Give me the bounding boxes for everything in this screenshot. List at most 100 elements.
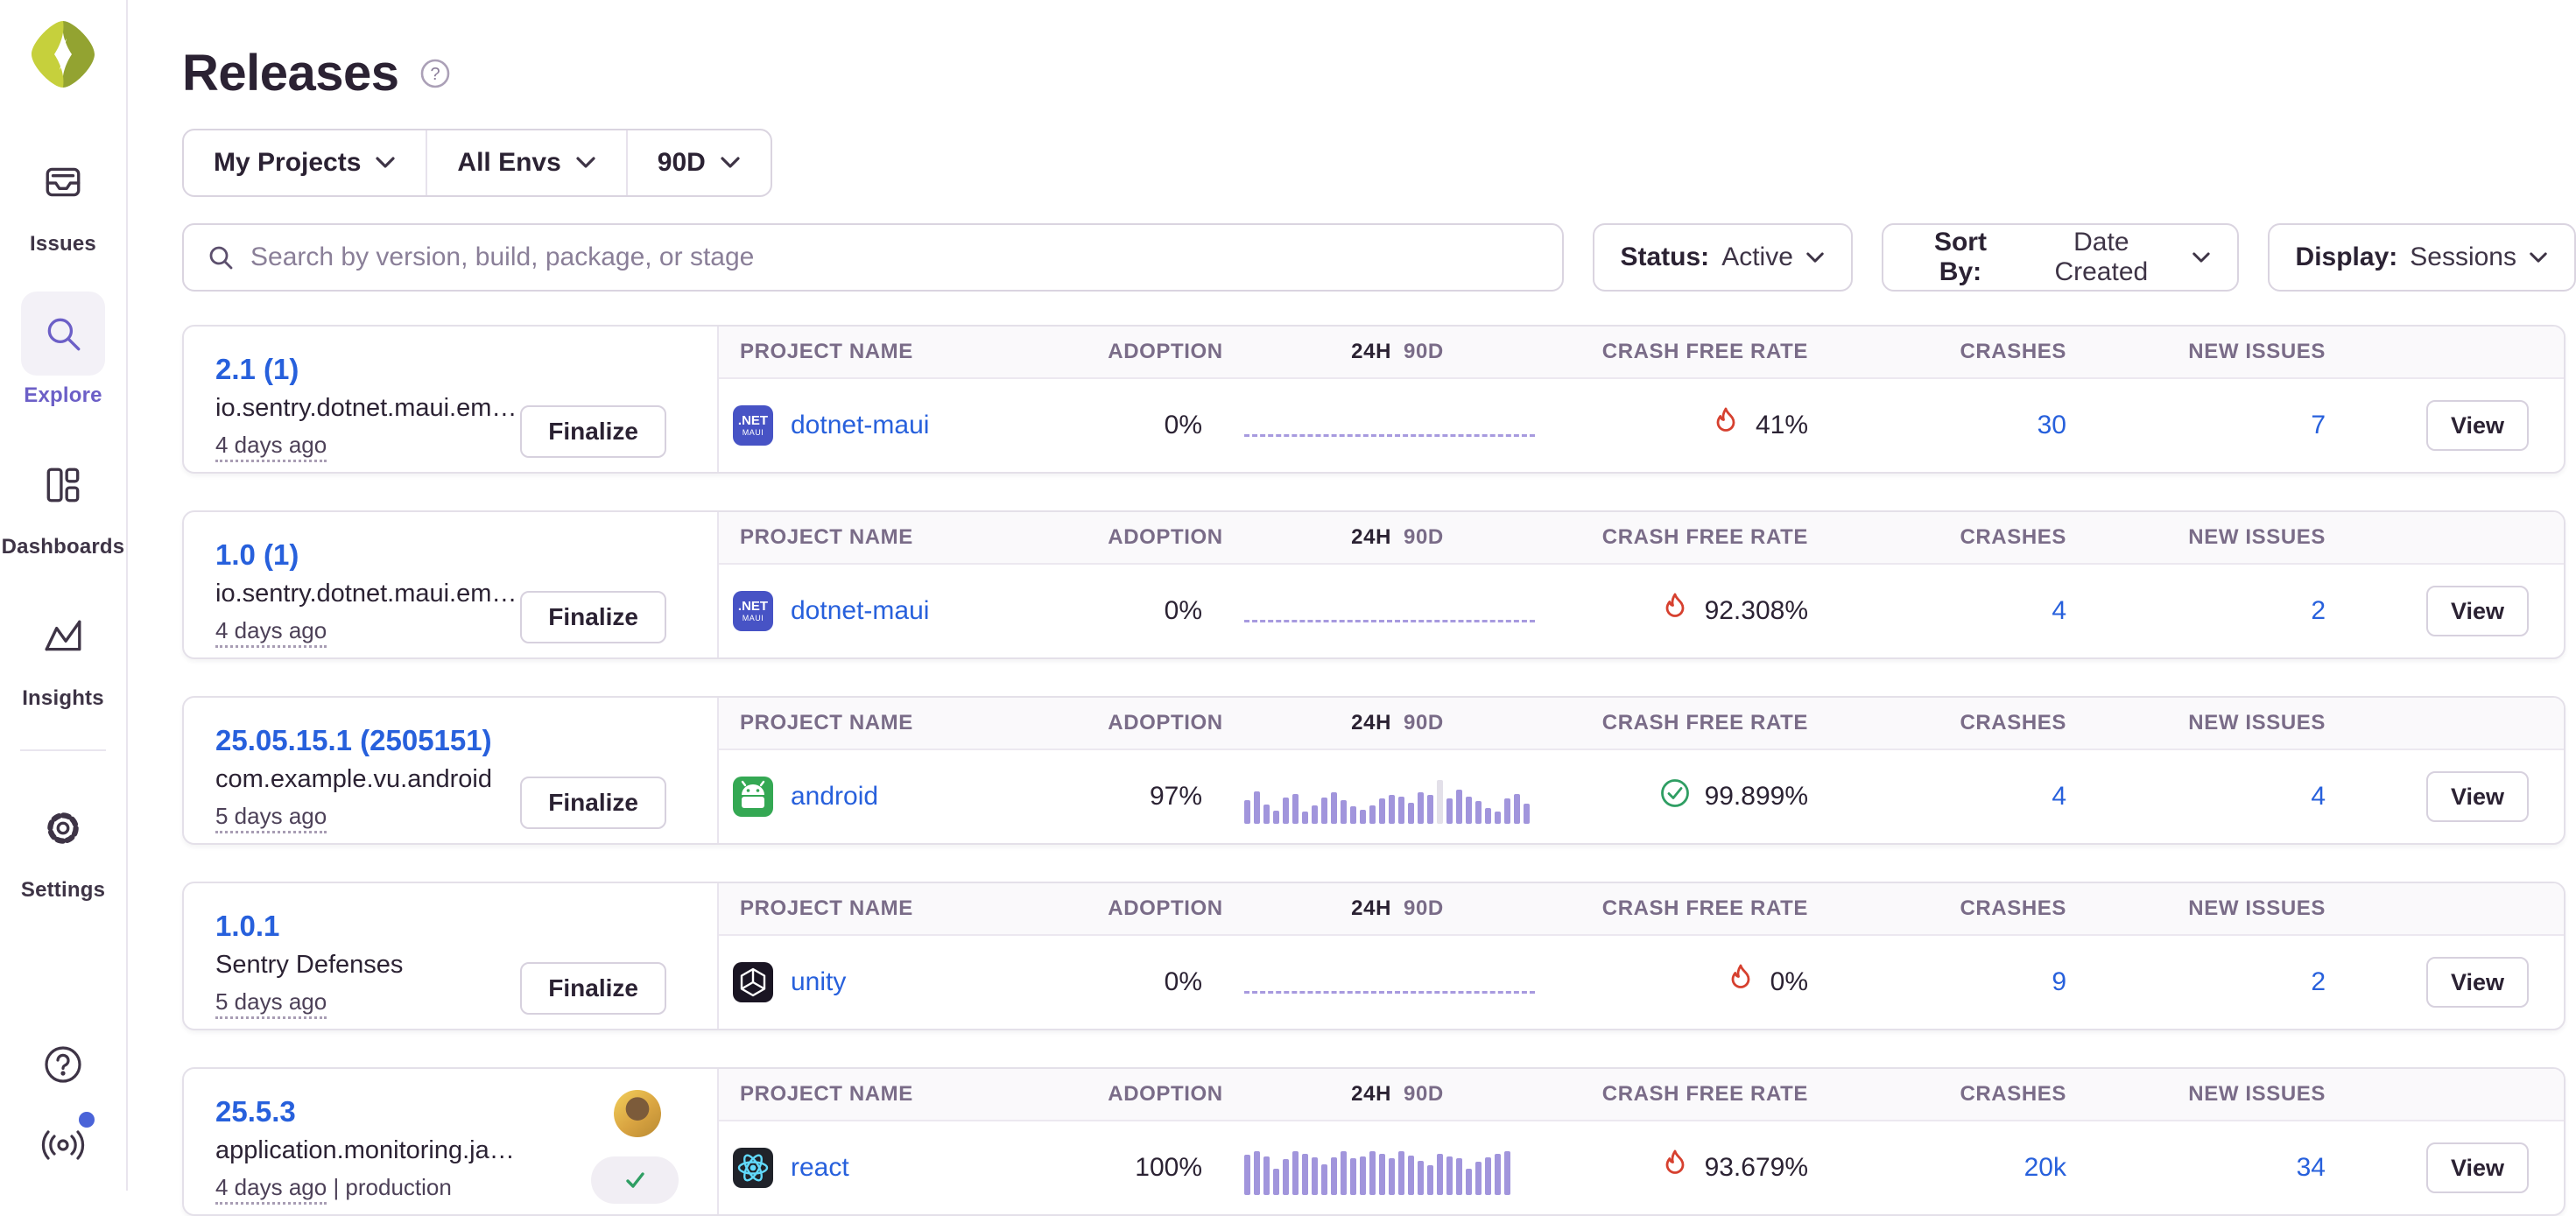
date-range-filter-dropdown[interactable]: 90D bbox=[626, 130, 771, 195]
column-project-name: PROJECT NAME bbox=[719, 896, 1104, 921]
finalize-button[interactable]: Finalize bbox=[520, 591, 666, 643]
column-crash-free-rate: CRASH FREE RATE bbox=[1568, 1082, 1857, 1107]
timeframe-90d[interactable]: 90D bbox=[1404, 525, 1444, 549]
adoption-value: 0% bbox=[1104, 411, 1227, 440]
sidebar-item-settings[interactable]: Settings bbox=[21, 786, 105, 903]
new-issues-link[interactable]: 2 bbox=[2311, 967, 2326, 996]
view-button[interactable]: View bbox=[2426, 400, 2529, 451]
release-project-table: PROJECT NAME ADOPTION 24H90D CRASH FREE … bbox=[717, 698, 2564, 843]
crashes-link[interactable]: 4 bbox=[2052, 782, 2066, 811]
release-summary: 2.1 (1) io.sentry.dotnet.maui.em… 4 days… bbox=[184, 327, 717, 472]
page-filter-bar: My Projects All Envs 90D bbox=[182, 129, 772, 197]
sidebar-item-issues[interactable]: Issues bbox=[21, 140, 105, 257]
table-row: .NETMAUI dotnet-maui 0% 92.308% 4 2 View bbox=[719, 565, 2564, 657]
project-cell: unity bbox=[719, 962, 1104, 1002]
release-version-link[interactable]: 1.0.1 bbox=[215, 910, 279, 943]
timeframe-24h[interactable]: 24H bbox=[1351, 896, 1391, 920]
crashes-link[interactable]: 20k bbox=[2024, 1153, 2066, 1182]
environment-filter-dropdown[interactable]: All Envs bbox=[426, 130, 625, 195]
insights-icon bbox=[21, 594, 105, 678]
column-project-name: PROJECT NAME bbox=[719, 340, 1104, 364]
timeframe-90d[interactable]: 90D bbox=[1404, 896, 1444, 920]
release-summary: 25.5.3 application.monitoring.ja… 4 days… bbox=[184, 1069, 717, 1214]
new-issues-link[interactable]: 7 bbox=[2311, 411, 2326, 439]
timeframe-90d[interactable]: 90D bbox=[1404, 1082, 1444, 1106]
release-summary: 25.05.15.1 (2505151) com.example.vu.andr… bbox=[184, 698, 717, 843]
column-crash-free-rate: CRASH FREE RATE bbox=[1568, 340, 1857, 364]
release-version-link[interactable]: 25.5.3 bbox=[215, 1095, 296, 1128]
view-cell: View bbox=[2378, 957, 2564, 1008]
sidebar-item-explore[interactable]: Explore bbox=[21, 292, 105, 408]
search-icon bbox=[21, 292, 105, 376]
release-version-link[interactable]: 25.05.15.1 (2505151) bbox=[215, 724, 492, 757]
check-icon bbox=[622, 1167, 648, 1193]
crash-free-value: 99.899% bbox=[1705, 782, 1808, 812]
project-link[interactable]: android bbox=[791, 782, 878, 812]
project-cell: android bbox=[719, 777, 1104, 817]
crashes-link[interactable]: 30 bbox=[2038, 411, 2066, 439]
table-header: PROJECT NAME ADOPTION 24H90D CRASH FREE … bbox=[719, 327, 2564, 379]
help-icon[interactable] bbox=[39, 1040, 88, 1089]
timeframe-24h[interactable]: 24H bbox=[1351, 711, 1391, 735]
release-version-link[interactable]: 1.0 (1) bbox=[215, 538, 299, 572]
sidebar-item-insights[interactable]: Insights bbox=[21, 594, 105, 711]
column-crashes: CRASHES bbox=[1857, 896, 2115, 921]
timeframe-24h[interactable]: 24H bbox=[1351, 340, 1391, 363]
view-button[interactable]: View bbox=[2426, 1142, 2529, 1193]
search-icon bbox=[207, 243, 235, 271]
new-issues-link[interactable]: 2 bbox=[2311, 596, 2326, 625]
view-button[interactable]: View bbox=[2426, 771, 2529, 822]
project-link[interactable]: dotnet-maui bbox=[791, 411, 929, 440]
chevron-down-icon bbox=[720, 156, 741, 170]
view-cell: View bbox=[2378, 586, 2564, 636]
finalize-button[interactable]: Finalize bbox=[520, 405, 666, 458]
svg-text:?: ? bbox=[430, 65, 440, 84]
timeframe-24h[interactable]: 24H bbox=[1351, 525, 1391, 549]
timeframe-90d[interactable]: 90D bbox=[1404, 340, 1444, 363]
release-card: 1.0.1 Sentry Defenses 5 days ago Finaliz… bbox=[182, 882, 2565, 1030]
search-input[interactable] bbox=[250, 242, 1539, 272]
column-crash-free-rate: CRASH FREE RATE bbox=[1568, 896, 1857, 921]
sentry-logo-icon[interactable] bbox=[30, 19, 96, 89]
timeframe-toggle: 24H 90D bbox=[1227, 896, 1568, 921]
column-project-name: PROJECT NAME bbox=[719, 525, 1104, 550]
issues-icon bbox=[21, 140, 105, 224]
crashes-link[interactable]: 9 bbox=[2052, 967, 2066, 996]
display-dropdown[interactable]: Display: Sessions bbox=[2268, 223, 2576, 292]
table-header: PROJECT NAME ADOPTION 24H90D CRASH FREE … bbox=[719, 1069, 2564, 1121]
status-dropdown[interactable]: Status: Active bbox=[1593, 223, 1853, 292]
project-link[interactable]: dotnet-maui bbox=[791, 596, 929, 626]
crash-free-status-icon bbox=[1659, 592, 1691, 630]
sidebar-item-dashboards[interactable]: Dashboards bbox=[2, 443, 125, 559]
view-button[interactable]: View bbox=[2426, 957, 2529, 1008]
project-link[interactable]: unity bbox=[791, 967, 846, 997]
notification-dot bbox=[79, 1112, 95, 1128]
column-new-issues: NEW ISSUES bbox=[2115, 340, 2378, 364]
project-filter-dropdown[interactable]: My Projects bbox=[184, 130, 426, 195]
table-header: PROJECT NAME ADOPTION 24H90D CRASH FREE … bbox=[719, 883, 2564, 936]
new-issues-link[interactable]: 34 bbox=[2297, 1153, 2326, 1182]
sort-by-dropdown[interactable]: Sort By: Date Created bbox=[1882, 223, 2239, 292]
adoption-sparkline bbox=[1227, 936, 1568, 1029]
table-row: unity 0% 0% 9 2 View bbox=[719, 936, 2564, 1029]
chevron-down-icon bbox=[2192, 251, 2211, 264]
table-row: android 97% 99.899% 4 4 View bbox=[719, 750, 2564, 843]
finalize-button[interactable]: Finalize bbox=[520, 962, 666, 1015]
release-created: 4 days ago bbox=[215, 1174, 327, 1205]
crashes-cell: 30 bbox=[1857, 411, 2115, 440]
timeframe-90d[interactable]: 90D bbox=[1404, 711, 1444, 735]
project-link[interactable]: react bbox=[791, 1153, 849, 1183]
crashes-link[interactable]: 4 bbox=[2052, 596, 2066, 625]
broadcast-icon[interactable] bbox=[39, 1119, 88, 1168]
timeframe-24h[interactable]: 24H bbox=[1351, 1082, 1391, 1106]
adoption-value: 0% bbox=[1104, 967, 1227, 997]
new-issues-link[interactable]: 4 bbox=[2311, 782, 2326, 811]
environment-filter-label: All Envs bbox=[457, 148, 560, 178]
finalize-button[interactable]: Finalize bbox=[520, 777, 666, 829]
question-circle-icon[interactable]: ? bbox=[419, 57, 452, 90]
page-title: Releases bbox=[182, 44, 399, 102]
release-version-link[interactable]: 2.1 (1) bbox=[215, 353, 299, 386]
view-button[interactable]: View bbox=[2426, 586, 2529, 636]
release-created: 5 days ago bbox=[215, 803, 327, 833]
crash-free-status-icon bbox=[1659, 777, 1691, 816]
